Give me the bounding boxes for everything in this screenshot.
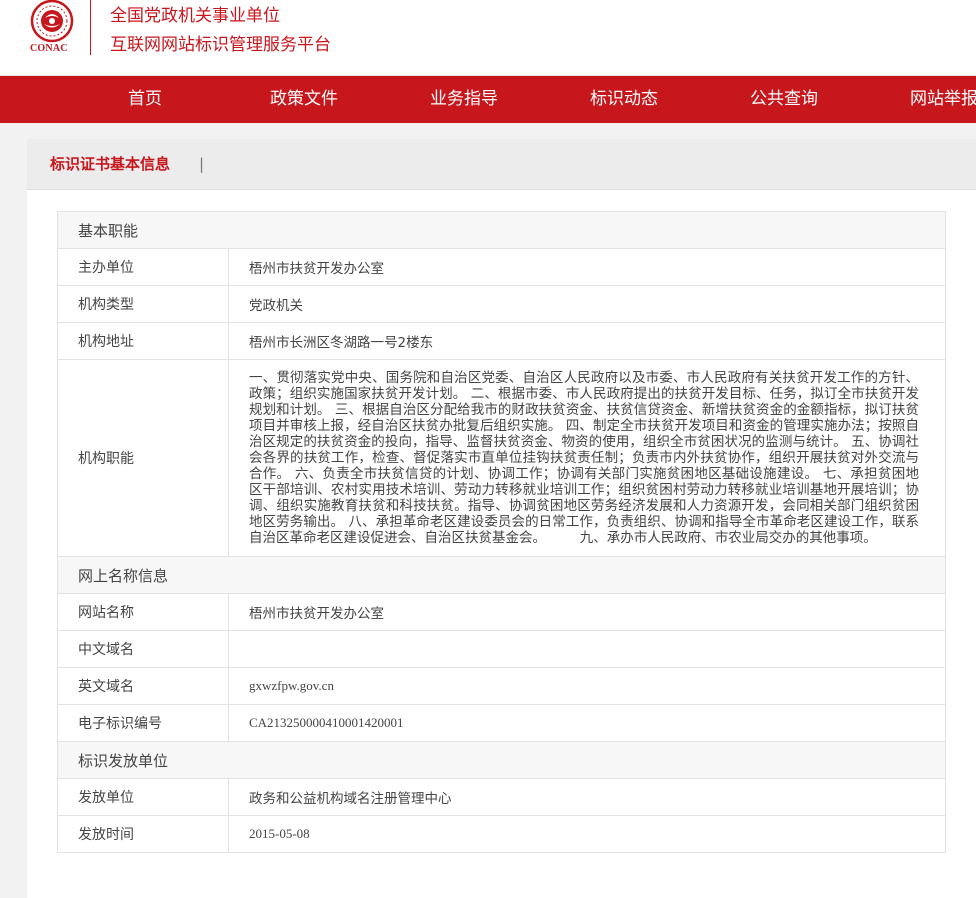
row-label: 主办单位 <box>57 248 229 286</box>
row-label: 英文域名 <box>57 667 229 705</box>
row-value-sponsor: 梧州市扶贫开发办公室 <box>228 248 946 286</box>
nav-item-guidance[interactable]: 业务指导 <box>430 76 498 123</box>
nav-item-news[interactable]: 标识动态 <box>590 76 658 123</box>
table-row: 发放时间 2015-05-08 <box>57 815 946 853</box>
nav-item-report[interactable]: 网站举报 <box>910 76 976 123</box>
table-row: 网站名称 梧州市扶贫开发办公室 <box>57 593 946 631</box>
row-value-issue-date: 2015-05-08 <box>228 815 946 853</box>
row-value-issuer-unit: 政务和公益机构域名注册管理中心 <box>228 778 946 816</box>
group-row: 基本职能 <box>57 211 946 249</box>
table-row: 电子标识编号 CA213250000410001420001 <box>57 704 946 742</box>
conac-emblem-icon <box>30 0 74 43</box>
table-row: 英文域名 gxwzfpw.gov.cn <box>57 667 946 705</box>
group-row: 标识发放单位 <box>57 741 946 779</box>
header-divider <box>90 0 91 55</box>
section-header: 标识证书基本信息 | <box>27 139 976 190</box>
table-row: 主办单位 梧州市扶贫开发办公室 <box>57 248 946 286</box>
site-title-line1: 全国党政机关事业单位 <box>110 6 280 26</box>
section-separator: | <box>199 155 205 173</box>
certificate-info-table: 基本职能 主办单位 梧州市扶贫开发办公室 机构类型 党政机关 机构地址 梧州市长… <box>57 211 946 853</box>
group-online-title: 网上名称信息 <box>57 556 946 594</box>
table-row: 中文域名 <box>57 630 946 668</box>
table-row: 发放单位 政务和公益机构域名注册管理中心 <box>57 778 946 816</box>
row-value-org-type: 党政机关 <box>228 285 946 323</box>
group-row: 网上名称信息 <box>57 556 946 594</box>
site-title-line2: 互联网网站标识管理服务平台 <box>110 35 331 55</box>
table-row: 机构地址 梧州市长洲区冬湖路一号2楼东 <box>57 322 946 360</box>
logo-caption: CONAC <box>30 43 68 54</box>
row-label: 机构地址 <box>57 322 229 360</box>
section-title: 标识证书基本信息 <box>50 155 171 173</box>
group-basic-title: 基本职能 <box>57 211 946 249</box>
row-label: 网站名称 <box>57 593 229 631</box>
nav-item-public-query[interactable]: 公共查询 <box>750 76 818 123</box>
row-label: 发放单位 <box>57 778 229 816</box>
site-header: CONAC 全国党政机关事业单位 互联网网站标识管理服务平台 <box>0 0 976 75</box>
row-label: 机构职能 <box>57 359 229 557</box>
row-value-en-domain: gxwzfpw.gov.cn <box>228 667 946 705</box>
nav-item-policy[interactable]: 政策文件 <box>270 76 338 123</box>
nav-item-home[interactable]: 首页 <box>128 76 162 123</box>
group-issuer-title: 标识发放单位 <box>57 741 946 779</box>
row-value-address: 梧州市长洲区冬湖路一号2楼东 <box>228 322 946 360</box>
row-value-cert-no: CA213250000410001420001 <box>228 704 946 742</box>
row-label: 机构类型 <box>57 285 229 323</box>
row-value-duties: 一、贯彻落实党中央、国务院和自治区党委、自治区人民政府以及市委、市人民政府有关扶… <box>228 359 946 557</box>
row-value-cn-domain <box>228 630 946 668</box>
row-label: 中文域名 <box>57 630 229 668</box>
main-nav: 首页 政策文件 业务指导 标识动态 公共查询 网站举报 <box>0 75 976 123</box>
table-row: 机构类型 党政机关 <box>57 285 946 323</box>
row-value-site-name: 梧州市扶贫开发办公室 <box>228 593 946 631</box>
row-label: 发放时间 <box>57 815 229 853</box>
row-label: 电子标识编号 <box>57 704 229 742</box>
table-row: 机构职能 一、贯彻落实党中央、国务院和自治区党委、自治区人民政府以及市委、市人民… <box>57 359 946 557</box>
